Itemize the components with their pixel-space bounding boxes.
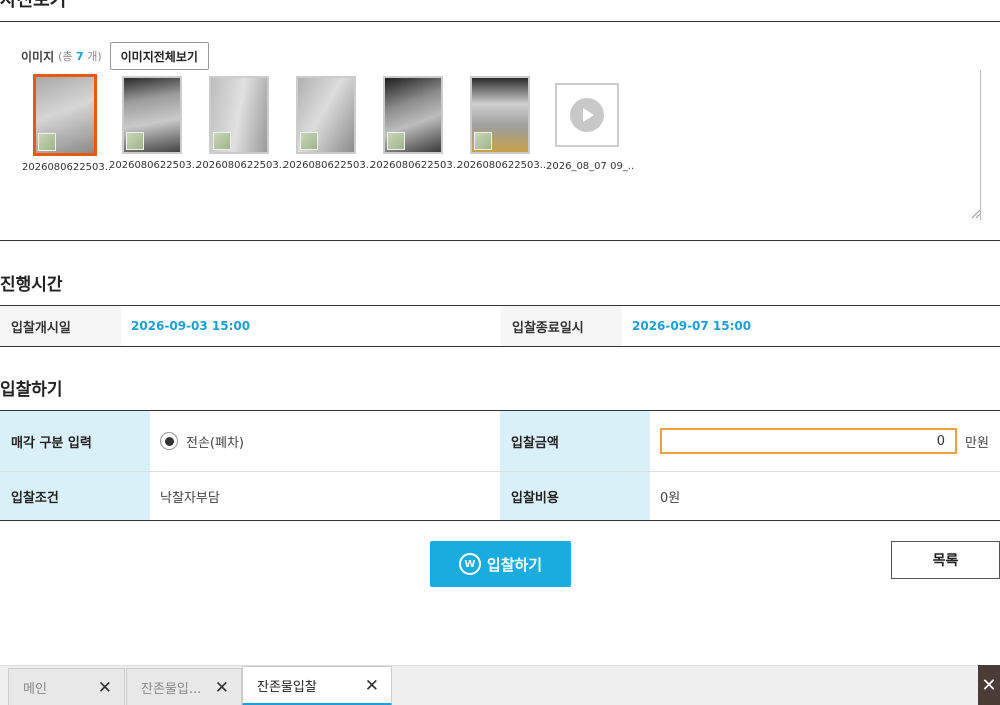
video-filename: 2026_08_07 09_.. — [546, 161, 635, 172]
bid-won-icon: W — [458, 553, 481, 575]
close-icon[interactable]: ✕ — [365, 676, 379, 696]
bid-condition-value: 낙찰자부담 — [160, 490, 220, 506]
tab-label: 잔존물입... — [141, 681, 202, 697]
bid-cost-label: 입찰비용 — [500, 472, 650, 520]
list-button[interactable]: 목록 — [891, 541, 1000, 579]
view-all-images-button[interactable]: 이미지전체보기 — [109, 42, 209, 70]
schedule-title: 진행시간 — [0, 275, 63, 295]
tab-label: 잔존물입찰 — [257, 679, 317, 695]
image-filename: 2026080622503.. — [370, 160, 460, 171]
tab-bar: 메인 ✕ 잔존물입... ✕ 잔존물입찰 ✕ — [0, 665, 1000, 705]
image-filename: 2026080622503.. — [283, 160, 373, 171]
sale-type-radio[interactable] — [160, 432, 178, 450]
images-header: 이미지 (총 7 개) 이미지전체보기 — [21, 42, 209, 70]
sale-type-label: 매각 구분 입력 — [0, 411, 150, 471]
play-icon — [570, 98, 604, 132]
image-thumbnail[interactable]: 2026080622503.. — [283, 76, 373, 171]
schedule-table: 입찰개시일 2026-09-03 15:00 입찰종료일시 2026-09-07… — [0, 305, 1000, 347]
close-icon[interactable]: ✕ — [98, 678, 112, 698]
submit-bid-label: 입찰하기 — [486, 555, 543, 574]
bid-amount-input[interactable] — [660, 428, 957, 454]
close-all-tabs-icon[interactable]: ✕ — [978, 665, 1000, 705]
tab-label: 메인 — [23, 681, 47, 697]
tab-main[interactable]: 메인 ✕ — [8, 668, 125, 705]
bid-cost-value: 0원 — [660, 490, 681, 506]
end-date-label: 입찰종료일시 — [501, 306, 622, 346]
end-date-value: 2026-09-07 15:00 — [632, 319, 752, 333]
tab-salvage-bid[interactable]: 잔존물입찰 ✕ — [242, 666, 392, 705]
images-count: (총 7 개) — [58, 50, 102, 63]
submit-bid-button[interactable]: W 입찰하기 — [430, 541, 571, 587]
bid-title: 입찰하기 — [0, 380, 63, 400]
bid-table: 매각 구분 입력 전손(폐차) 입찰금액 만원 입찰조건 낙찰자부담 입찰비용 … — [0, 410, 1000, 521]
image-thumbnail[interactable]: 2026080622503.. — [109, 76, 199, 171]
start-date-value: 2026-09-03 15:00 — [131, 319, 251, 333]
image-thumbnail[interactable]: 2026080622503.. — [196, 76, 286, 171]
images-label: 이미지 — [21, 49, 55, 64]
bid-condition-label: 입찰조건 — [0, 472, 150, 520]
tab-salvage-bid-list[interactable]: 잔존물입... ✕ — [126, 668, 242, 705]
image-filename: 2026080622503.. — [457, 160, 547, 171]
image-thumbnail[interactable]: 2026080622503.. — [457, 76, 547, 171]
image-filename: 2026080622503.. — [196, 160, 286, 171]
bid-amount-field: 만원 — [650, 411, 1000, 471]
image-filename: 2026080622503.. — [22, 162, 112, 173]
start-date-label: 입찰개시일 — [0, 306, 121, 346]
divider — [0, 240, 1000, 241]
gallery-border — [980, 70, 981, 220]
video-thumbnail[interactable] — [555, 83, 619, 147]
image-filename: 2026080622503.. — [109, 160, 199, 171]
image-thumbnail[interactable]: 2026080622503.. — [22, 74, 112, 173]
bid-amount-label: 입찰금액 — [500, 411, 650, 471]
resize-grip-icon[interactable] — [970, 208, 980, 218]
sale-type-option[interactable]: 전손(폐차) — [186, 432, 244, 451]
photo-section-title: 사진보기 — [0, 0, 67, 11]
divider — [0, 21, 1000, 22]
image-thumbnail[interactable]: 2026080622503.. — [370, 76, 460, 171]
bid-amount-unit: 만원 — [965, 435, 989, 451]
close-icon[interactable]: ✕ — [215, 678, 229, 698]
sale-type-field: 전손(폐차) — [150, 411, 500, 471]
